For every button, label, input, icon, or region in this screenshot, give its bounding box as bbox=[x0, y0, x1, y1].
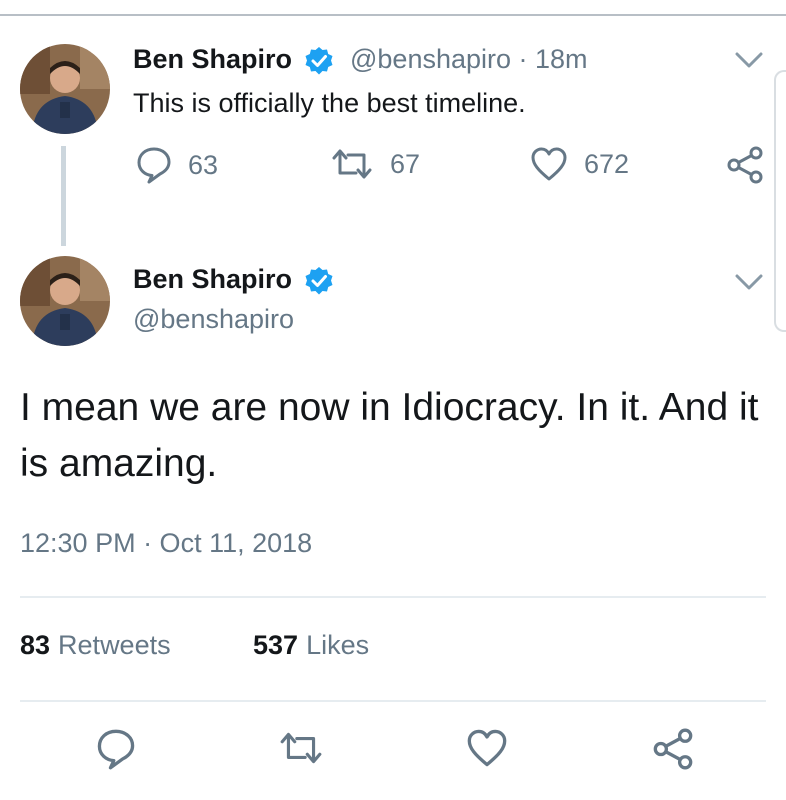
retweet-count: 67 bbox=[390, 148, 421, 179]
retweet-icon bbox=[332, 149, 372, 179]
reply-count: 63 bbox=[188, 149, 219, 180]
tweet-text: I mean we are now in Idiocracy. In it. A… bbox=[20, 386, 759, 485]
reply-icon bbox=[137, 147, 171, 184]
thread-line bbox=[61, 146, 66, 246]
retweets-label: Retweets bbox=[58, 630, 171, 660]
like-icon bbox=[531, 147, 567, 181]
share-icon bbox=[653, 728, 693, 770]
reply-button[interactable]: 63 bbox=[136, 146, 218, 184]
share-icon bbox=[727, 146, 763, 184]
author-handle[interactable]: @benshapiro bbox=[133, 304, 294, 335]
verified-badge-icon bbox=[305, 47, 333, 75]
chevron-down-icon[interactable] bbox=[734, 272, 764, 292]
likes-stat[interactable]: 537 Likes bbox=[253, 630, 369, 661]
author-handle-time[interactable]: @benshapiro · 18m bbox=[350, 44, 588, 75]
author-name[interactable]: Ben Shapiro bbox=[133, 264, 292, 295]
avatar[interactable] bbox=[20, 44, 110, 134]
retweet-icon bbox=[280, 732, 322, 764]
author-name[interactable]: Ben Shapiro bbox=[133, 44, 292, 75]
avatar[interactable] bbox=[20, 256, 110, 346]
retweet-button[interactable]: 67 bbox=[330, 146, 420, 182]
divider bbox=[20, 596, 766, 598]
tweet-timestamp[interactable]: 12:30 PM · Oct 11, 2018 bbox=[20, 528, 312, 559]
retweets-count: 83 bbox=[20, 630, 51, 660]
reply-icon bbox=[97, 729, 135, 770]
tweet-text: This is officially the best timeline. bbox=[133, 88, 526, 118]
retweet-button[interactable] bbox=[278, 728, 324, 768]
top-divider bbox=[0, 14, 786, 16]
like-button[interactable]: 672 bbox=[530, 146, 629, 182]
share-button[interactable] bbox=[726, 146, 764, 184]
divider bbox=[20, 700, 766, 702]
likes-count: 537 bbox=[253, 630, 299, 660]
retweets-stat[interactable]: 83 Retweets bbox=[20, 630, 171, 661]
like-count: 672 bbox=[584, 148, 630, 179]
likes-label: Likes bbox=[306, 630, 370, 660]
like-icon bbox=[467, 729, 507, 767]
chevron-down-icon[interactable] bbox=[734, 50, 764, 70]
verified-badge-icon bbox=[305, 267, 333, 295]
scrollbar[interactable] bbox=[774, 70, 786, 332]
share-button[interactable] bbox=[652, 728, 694, 770]
like-button[interactable] bbox=[466, 728, 508, 768]
reply-button[interactable] bbox=[96, 728, 136, 770]
